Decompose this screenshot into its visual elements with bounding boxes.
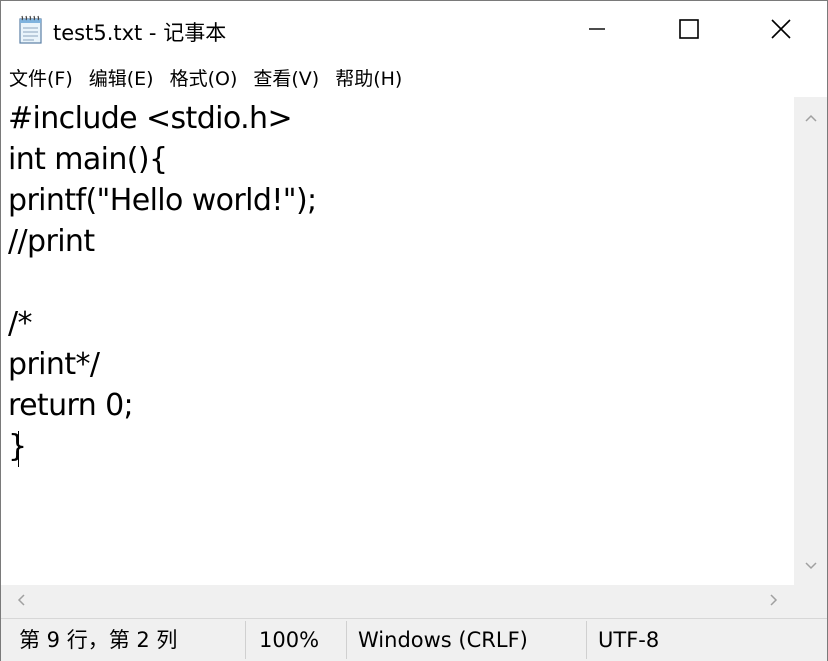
editor-line: int main(){ — [8, 142, 168, 177]
text-caret — [18, 431, 19, 467]
horizontal-scrollbar[interactable] — [1, 585, 794, 618]
editor-line: printf("Hello world!"); — [8, 183, 317, 218]
close-button[interactable] — [735, 1, 827, 61]
text-editor[interactable]: #include <stdio.h> int main(){ printf("H… — [1, 97, 794, 585]
chevron-down-icon — [804, 556, 818, 575]
editor-line: //print — [8, 224, 95, 259]
editor-line: return 0; — [8, 388, 134, 423]
status-bar: 第 9 行，第 2 列 100% Windows (CRLF) UTF-8 — [1, 618, 827, 661]
scroll-down-button[interactable] — [794, 547, 827, 583]
status-divider — [586, 621, 587, 659]
maximize-icon — [678, 18, 700, 44]
editor-line: print*/ — [8, 347, 100, 382]
menu-help[interactable]: 帮助(H) — [327, 61, 409, 97]
status-divider — [245, 621, 246, 659]
title-bar[interactable]: test5.txt - 记事本 — [1, 1, 827, 61]
status-divider — [346, 621, 347, 659]
notepad-icon[interactable] — [17, 15, 45, 45]
menu-file[interactable]: 文件(F) — [1, 61, 80, 97]
minimize-button[interactable] — [551, 1, 643, 61]
encoding: UTF-8 — [598, 628, 660, 652]
editor-line: /* — [8, 306, 33, 341]
line-ending: Windows (CRLF) — [358, 628, 528, 652]
menu-bar: 文件(F) 编辑(E) 格式(O) 查看(V) 帮助(H) — [1, 61, 827, 97]
vertical-scrollbar[interactable] — [794, 97, 827, 585]
chevron-right-icon — [769, 592, 779, 611]
scroll-up-button[interactable] — [794, 99, 827, 135]
menu-edit[interactable]: 编辑(E) — [81, 61, 161, 97]
notepad-window: test5.txt - 记事本 文件(F) 编辑(E) 格式(O) 查看(V) … — [0, 0, 828, 661]
maximize-button[interactable] — [643, 1, 735, 61]
cursor-position: 第 9 行，第 2 列 — [19, 628, 178, 652]
scroll-left-button[interactable] — [3, 585, 39, 618]
scrollbar-corner — [794, 585, 827, 618]
menu-format[interactable]: 格式(O) — [162, 61, 245, 97]
close-icon — [770, 18, 792, 44]
scroll-right-button[interactable] — [756, 585, 792, 618]
minimize-icon — [587, 19, 607, 43]
chevron-up-icon — [804, 108, 818, 127]
window-title: test5.txt - 记事本 — [53, 21, 227, 45]
menu-view[interactable]: 查看(V) — [245, 61, 326, 97]
zoom-level: 100% — [259, 628, 320, 652]
editor-line: #include <stdio.h> — [8, 101, 293, 136]
chevron-left-icon — [16, 592, 26, 611]
